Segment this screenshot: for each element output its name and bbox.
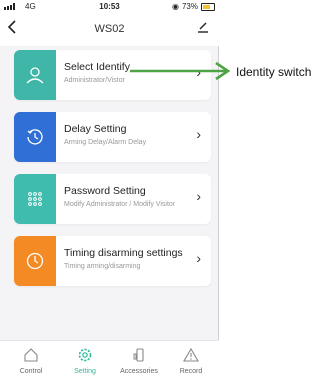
clock-icon [26,252,44,270]
bottom-tab-bar: Control Setting Accessories Record [0,340,219,383]
tab-label: Accessories [120,368,158,375]
card-icon-tile [14,50,56,100]
user-icon [26,67,44,84]
card-subtitle: Administrator/Vistor [64,77,125,84]
card-icon-tile [14,174,56,224]
tab-record[interactable]: Record [164,345,218,375]
nav-bar: WS02 [0,14,219,46]
timing-disarming-card[interactable]: Timing disarming settings Timing arming/… [14,236,211,286]
keypad-icon [28,192,42,206]
card-icon-tile [14,236,56,286]
home-icon [24,348,38,362]
card-subtitle: Arming Delay/Alarm Delay [64,139,147,146]
card-subtitle: Timing arming/disarming [64,263,141,270]
alert-icon [183,347,199,362]
battery-percent: 73% [181,2,198,11]
timer-icon [27,129,43,145]
tab-label: Setting [74,368,96,375]
card-title: Select Identify [64,61,130,73]
chevron-right-icon: › [196,250,201,266]
phone-screen: 4G 10:53 ◉ 73% WS02 Select Identify Admi… [0,0,219,383]
page-title: WS02 [94,23,125,35]
tab-label: Control [19,368,43,375]
edit-button[interactable] [197,20,209,38]
tab-accessories[interactable]: Accessories [112,345,166,375]
delay-setting-card[interactable]: Delay Setting Arming Delay/Alarm Delay › [14,112,211,162]
edit-icon [198,22,208,33]
card-title: Password Setting [64,185,146,197]
card-subtitle: Modify Administrator / Modify Visitor [64,201,176,208]
status-bar: 4G 10:53 ◉ 73% [0,0,219,14]
tab-label: Record [179,368,203,375]
password-setting-card[interactable]: Password Setting Modify Administrator / … [14,174,211,224]
card-title: Delay Setting [64,123,127,135]
tab-setting[interactable]: Setting [58,345,112,375]
card-title: Timing disarming settings [64,247,183,259]
alarm-icon: ◉ [172,2,179,11]
chevron-right-icon: › [196,188,201,204]
tab-control[interactable]: Control [4,345,58,375]
battery-icon [201,2,215,11]
gear-icon [78,348,92,362]
sensor-icon [133,348,144,362]
chevron-right-icon: › [196,126,201,142]
card-icon-tile [14,112,56,162]
identity-switch-annotation: Identity switch [236,65,312,79]
callout-arrow-icon [130,61,231,81]
